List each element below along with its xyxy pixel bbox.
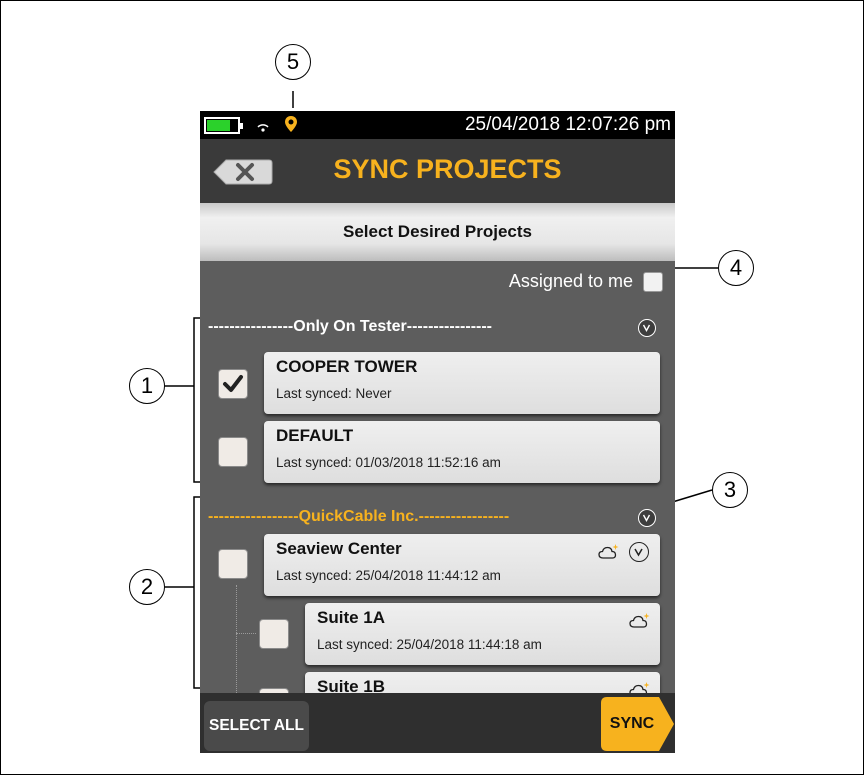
project-name: Suite 1A [317,608,386,627]
project-checkbox-suite-1a[interactable] [259,619,289,649]
device-screen: 25/04/2018 12:07:26 pm SYNC PROJECTS Sel… [200,111,675,753]
group-header-quickcable: -----------------QuickCable Inc.--------… [208,508,510,525]
callout-3: 3 [712,472,748,508]
bottom-action-bar: SELECT ALL SYNC [200,693,675,753]
battery-icon [204,117,243,134]
tree-connector [236,585,237,695]
callout-1: 1 [129,368,165,404]
project-last-synced: Last synced: Never [276,386,392,401]
title-bar: SYNC PROJECTS [200,139,675,203]
sync-button[interactable]: SYNC [601,697,675,751]
wireless-signal-icon [257,124,269,132]
project-card-cooper-tower[interactable]: COOPER TOWER Last synced: Never [264,352,660,414]
project-card-seaview-center[interactable]: Seaview Center Last synced: 25/04/2018 1… [264,534,660,596]
project-last-synced: Last synced: 25/04/2018 11:44:12 am [276,568,501,583]
group-header-only-on-tester: ----------------Only On Tester----------… [208,318,493,335]
callout-2: 2 [129,569,165,605]
cloud-icon [598,544,619,559]
project-name: DEFAULT [276,426,354,445]
project-card-default[interactable]: DEFAULT Last synced: 01/03/2018 11:52:16… [264,421,660,483]
project-name: COOPER TOWER [276,357,418,376]
project-checkbox-cooper-tower[interactable] [218,369,248,399]
callout-5: 5 [275,44,311,80]
checkmark-icon [223,375,243,392]
group-expand-icon[interactable] [638,319,656,337]
project-expand-icon[interactable] [629,542,649,562]
page-title: SYNC PROJECTS [333,154,562,184]
project-last-synced: Last synced: 25/04/2018 11:44:18 am [317,637,542,652]
status-bar: 25/04/2018 12:07:26 pm [200,111,675,139]
project-last-synced: Last synced: 01/03/2018 11:52:16 am [276,455,501,470]
project-checkbox-default[interactable] [218,437,248,467]
project-name: Seaview Center [276,539,402,558]
project-checkbox-seaview-center[interactable] [218,549,248,579]
callout-4: 4 [718,250,754,286]
location-pin-icon [285,116,297,132]
select-all-button[interactable]: SELECT ALL [204,701,309,751]
subheader: Select Desired Projects [200,203,675,261]
cloud-icon [629,613,650,628]
sync-button-label: SYNC [609,715,655,732]
group-expand-icon[interactable] [638,509,656,527]
battery-level-fill [207,120,230,131]
assigned-to-me-label: Assigned to me [508,271,633,291]
assigned-to-me-checkbox[interactable] [643,271,663,292]
project-card-suite-1a[interactable]: Suite 1A Last synced: 25/04/2018 11:44:1… [305,603,660,665]
tree-connector [236,633,256,634]
assigned-to-me-filter: Assigned to me [509,271,663,292]
status-datetime: 25/04/2018 12:07:26 pm [464,114,671,135]
